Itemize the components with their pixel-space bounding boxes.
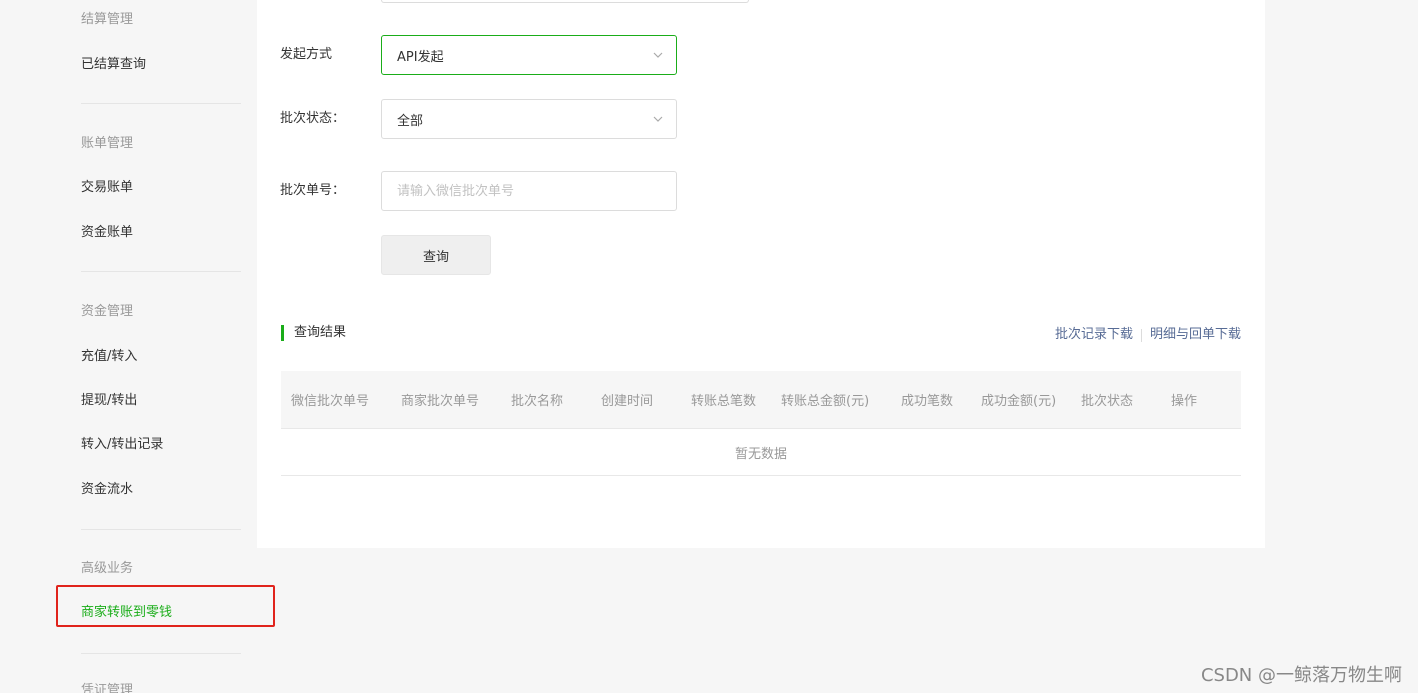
sidebar-item-recharge[interactable]: 充值/转入 [81,348,137,366]
sidebar-item-settled-query[interactable]: 已结算查询 [81,56,146,74]
group-title-settlement: 结算管理 [81,12,134,27]
batch-status-label: 批次状态： [280,111,346,126]
batch-status-value: 全部 [397,113,424,129]
chevron-down-icon [653,52,663,58]
batch-no-input[interactable] [381,171,677,211]
results-table: 微信批次单号 商家批次单号 批次名称 创建时间 转账总笔数 转账总金额(元) 成… [281,371,1241,476]
group-title-funds: 资金管理 [81,304,134,319]
column-header: 微信批次单号 [291,394,370,409]
column-header: 创建时间 [601,394,654,409]
empty-state: 暂无数据 [281,429,1241,476]
cut-off-input[interactable] [381,0,749,3]
group-title-partial: 凭证管理 [81,683,134,693]
sidebar-item-fund-flow[interactable]: 资金流水 [81,481,133,499]
main-panel: 发起方式 API发起 批次状态： 全部 批次单号： 查询 查询结果 批次记录下载… [257,0,1265,548]
sidebar-item-fund-bill[interactable]: 资金账单 [81,224,133,242]
download-batch-link[interactable]: 批次记录下载 [1055,326,1133,344]
query-button[interactable]: 查询 [381,235,491,275]
results-title: 查询结果 [281,325,346,341]
sidebar-item-transfer-records[interactable]: 转入/转出记录 [81,436,163,454]
link-separator [1140,328,1142,342]
column-header: 商家批次单号 [401,394,480,409]
download-links: 批次记录下载 明细与回单下载 [1055,326,1241,344]
group-title-bills: 账单管理 [81,136,134,151]
column-header: 批次名称 [511,394,564,409]
sidebar-divider [81,103,241,104]
initiate-method-label: 发起方式 [280,47,333,62]
column-header: 成功金额(元) [981,394,1057,409]
column-header: 转账总金额(元) [781,394,870,409]
group-title-advanced: 高级业务 [81,561,134,576]
page: 结算管理 已结算查询 账单管理 交易账单 资金账单 资金管理 充值/转入 提现/… [0,0,1418,693]
column-header: 成功笔数 [901,394,954,409]
batch-no-label: 批次单号： [280,183,346,198]
initiate-method-value: API发起 [397,49,444,65]
download-detail-link[interactable]: 明细与回单下载 [1150,326,1241,344]
table-header: 微信批次单号 商家批次单号 批次名称 创建时间 转账总笔数 转账总金额(元) 成… [281,371,1241,429]
sidebar-item-trade-bill[interactable]: 交易账单 [81,179,133,197]
red-highlight-box [56,585,275,627]
sidebar: 结算管理 已结算查询 账单管理 交易账单 资金账单 资金管理 充值/转入 提现/… [0,0,275,693]
sidebar-divider [81,529,241,530]
sidebar-divider [81,653,241,654]
watermark: CSDN @一鲸落万物生啊 [1200,665,1402,686]
sidebar-divider [81,271,241,272]
batch-status-select[interactable]: 全部 [381,99,677,139]
initiate-method-select[interactable]: API发起 [381,35,677,75]
chevron-down-icon [653,116,663,122]
column-header: 批次状态 [1081,394,1134,409]
column-header: 操作 [1171,394,1198,409]
sidebar-item-withdraw[interactable]: 提现/转出 [81,392,137,410]
column-header: 转账总笔数 [691,394,757,409]
